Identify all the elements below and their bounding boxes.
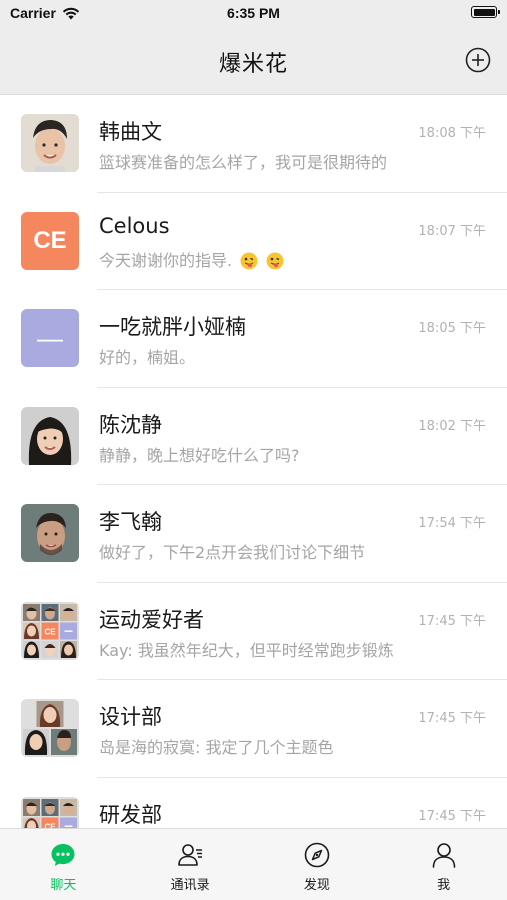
chat-time: 17:45 下午 <box>418 808 486 824</box>
chat-item[interactable]: 陈沈静 18:02 下午 静静，晚上想好吃什么了吗? <box>0 388 507 485</box>
tab-chat[interactable]: 聊天 <box>0 829 127 900</box>
tab-contacts[interactable]: 通讯录 <box>127 829 254 900</box>
chat-name: 陈沈静 <box>99 412 162 437</box>
chat-name: 一吃就胖小娅楠 <box>99 315 246 339</box>
chat-item[interactable]: CE 研发部 17:45 下午 <box>0 778 507 828</box>
group-avatar[interactable]: CE <box>21 796 79 828</box>
chat-name: 运动爱好者 <box>99 607 204 632</box>
compass-icon <box>304 842 330 868</box>
contacts-icon <box>178 844 203 866</box>
chat-time: 18:02 下午 <box>418 418 486 434</box>
tongue-face-emoji-icon <box>240 252 258 270</box>
person-icon <box>432 843 455 868</box>
chat-item[interactable]: CE Celous 18:07 下午 今天谢谢你的指导. <box>0 193 507 290</box>
tab-label: 我 <box>437 878 451 893</box>
chat-item[interactable]: — 一吃就胖小娅楠 18:05 下午 好的，楠姐。 <box>0 290 507 388</box>
chat-preview-text: 今天谢谢你的指导. <box>99 250 233 270</box>
chat-item[interactable]: 设计部 17:45 下午 岛是海的寂寞: 我定了几个主题色 <box>0 680 507 778</box>
add-circle-icon[interactable] <box>465 47 491 73</box>
avatar[interactable]: — <box>21 309 79 367</box>
chat-name: 韩曲文 <box>99 120 162 144</box>
avatar[interactable]: CE <box>21 211 79 270</box>
chat-preview: Kay: 我虽然年纪大，但平时经常跑步锻炼 <box>99 640 394 660</box>
avatar[interactable] <box>21 114 79 172</box>
chat-preview: 今天谢谢你的指导. <box>99 247 439 271</box>
chat-name: 研发部 <box>99 802 162 827</box>
chat-time: 18:08 下午 <box>418 126 486 141</box>
svg-text:CE: CE <box>44 627 56 636</box>
chat-list: 韩曲文 18:08 下午 篮球赛准备的怎么样了，我可是很期待的 CE Celou… <box>0 95 507 828</box>
chat-time: 17:45 下午 <box>418 613 486 629</box>
chat-preview: 岛是海的寂寞: 我定了几个主题色 <box>99 738 334 757</box>
chat-preview: 好的，楠姐。 <box>99 348 196 367</box>
avatar[interactable] <box>21 504 79 562</box>
chat-name: 李飞翰 <box>99 510 162 534</box>
tongue-face-emoji-icon <box>266 252 284 270</box>
group-avatar[interactable]: CE <box>21 601 79 660</box>
tab-me[interactable]: 我 <box>380 829 507 900</box>
nav-bar: 爆米花 <box>0 26 507 95</box>
avatar[interactable] <box>21 406 79 465</box>
group-avatar[interactable] <box>21 699 79 757</box>
chat-bubble-icon <box>51 844 75 866</box>
chat-name: 设计部 <box>99 705 162 729</box>
avatar-initials: — <box>37 322 63 353</box>
page-title: 爆米花 <box>218 52 288 77</box>
chat-time: 18:07 下午 <box>418 223 486 239</box>
chat-preview: 篮球赛准备的怎么样了，我可是很期待的 <box>99 153 388 172</box>
tab-discover[interactable]: 发现 <box>254 829 381 900</box>
chat-preview: 做好了，下午2点开会我们讨论下细节 <box>99 543 366 562</box>
battery-icon <box>471 6 500 18</box>
chat-time: 17:54 下午 <box>418 516 486 531</box>
tab-label: 发现 <box>303 878 330 893</box>
chat-item[interactable]: CE 运动爱好者 17:45 下午 Kay: 我虽然年纪大，但平时经常跑步锻炼 <box>0 583 507 680</box>
chat-item[interactable]: 韩曲文 18:08 下午 篮球赛准备的怎么样了，我可是很期待的 <box>0 95 507 193</box>
chat-time: 17:45 下午 <box>418 711 486 726</box>
chat-time: 18:05 下午 <box>418 321 486 336</box>
tab-bar: 聊天 通讯录 发现 我 <box>0 828 507 900</box>
tab-label: 聊天 <box>50 878 77 893</box>
avatar-initials: CE <box>33 226 67 254</box>
chat-name: Celous <box>99 213 170 238</box>
chat-preview: 静静，晚上想好吃什么了吗? <box>99 445 300 465</box>
tab-label: 通讯录 <box>170 878 210 893</box>
status-bar: Carrier 6:35 PM <box>0 0 507 26</box>
status-time: 6:35 PM <box>227 5 280 21</box>
chat-item[interactable]: 李飞翰 17:54 下午 做好了，下午2点开会我们讨论下细节 <box>0 485 507 583</box>
